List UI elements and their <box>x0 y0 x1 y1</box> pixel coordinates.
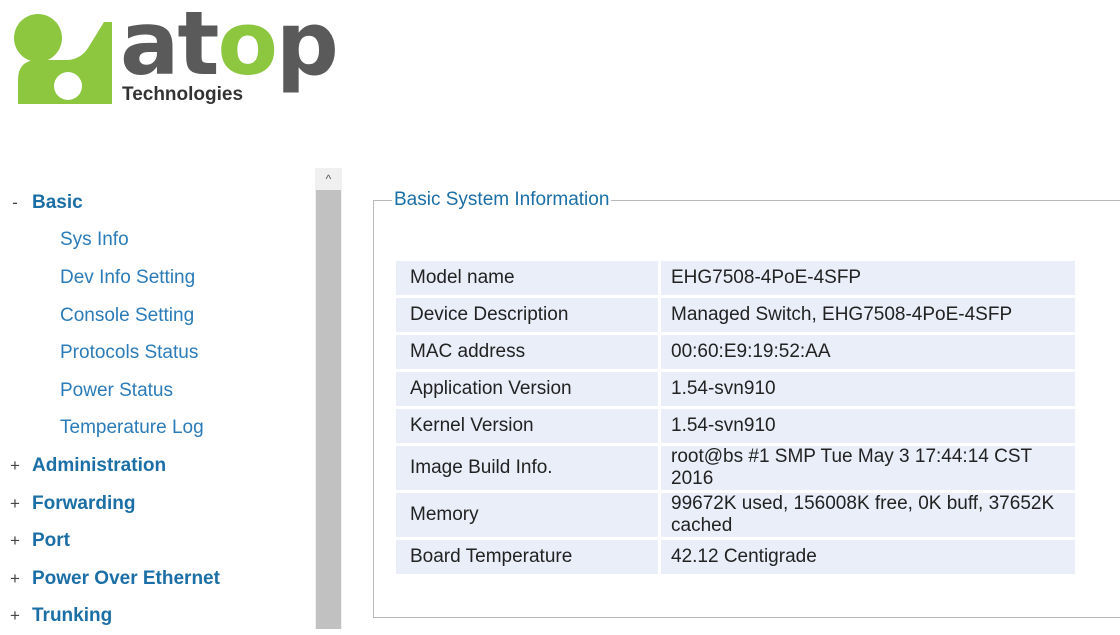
nav-sys-info[interactable]: Sys Info <box>0 222 312 260</box>
nav-administration[interactable]: + Administration <box>0 447 312 485</box>
row-key: Device Description <box>396 298 658 332</box>
row-value: 42.12 Centigrade <box>658 540 1075 574</box>
row-key: Memory <box>396 493 658 537</box>
row-value: root@bs #1 SMP Tue May 3 17:44:14 CST 20… <box>658 446 1075 490</box>
nav-forwarding-label: Forwarding <box>32 492 136 514</box>
row-key: Application Version <box>396 372 658 406</box>
nav-trunking-label: Trunking <box>32 605 113 627</box>
row-value: EHG7508-4PoE-4SFP <box>658 261 1075 295</box>
expand-icon: + <box>10 606 20 626</box>
row-value: 99672K used, 156008K free, 0K buff, 3765… <box>658 493 1075 537</box>
row-value: 1.54-svn910 <box>658 372 1075 406</box>
logo-subtitle: Technologies <box>118 84 248 106</box>
sidebar-scrollbar[interactable]: ^ <box>315 168 342 629</box>
nav-power-over-ethernet-label: Power Over Ethernet <box>32 567 220 589</box>
nav-administration-label: Administration <box>32 454 167 476</box>
row-key: MAC address <box>396 335 658 369</box>
row-key: Image Build Info. <box>396 446 658 490</box>
scroll-up-arrow-icon[interactable]: ^ <box>315 168 342 190</box>
row-key: Kernel Version <box>396 409 658 443</box>
sidebar-nav: - Basic Sys Info Dev Info Setting Consol… <box>0 184 312 635</box>
nav-port[interactable]: + Port <box>0 522 312 560</box>
system-info-table: Model name EHG7508-4PoE-4SFP Device Desc… <box>396 258 1075 577</box>
collapse-icon: - <box>12 192 18 212</box>
scroll-thumb[interactable] <box>316 190 341 629</box>
nav-port-label: Port <box>32 530 70 552</box>
row-value: 00:60:E9:19:52:AA <box>658 335 1075 369</box>
table-row: MAC address 00:60:E9:19:52:AA <box>396 335 1075 369</box>
row-key: Board Temperature <box>396 540 658 574</box>
nav-temperature-log[interactable]: Temperature Log <box>0 410 312 448</box>
panel-legend: Basic System Information <box>392 189 612 211</box>
table-row: Memory 99672K used, 156008K free, 0K buf… <box>396 493 1075 537</box>
table-row: Application Version 1.54-svn910 <box>396 372 1075 406</box>
row-value: Managed Switch, EHG7508-4PoE-4SFP <box>658 298 1075 332</box>
table-row: Device Description Managed Switch, EHG75… <box>396 298 1075 332</box>
nav-dev-info-setting[interactable]: Dev Info Setting <box>0 259 312 297</box>
nav-power-status[interactable]: Power Status <box>0 372 312 410</box>
nav-console-setting[interactable]: Console Setting <box>0 297 312 335</box>
row-key: Model name <box>396 261 658 295</box>
expand-icon: + <box>10 531 20 551</box>
expand-icon: + <box>10 455 20 475</box>
nav-basic-label: Basic <box>32 191 83 213</box>
atop-logo: atop Technologies <box>8 0 339 108</box>
logo-wordmark: atop <box>120 0 339 95</box>
table-row: Board Temperature 42.12 Centigrade <box>396 540 1075 574</box>
table-row: Image Build Info. root@bs #1 SMP Tue May… <box>396 446 1075 490</box>
nav-forwarding[interactable]: + Forwarding <box>0 485 312 523</box>
table-row: Model name EHG7508-4PoE-4SFP <box>396 261 1075 295</box>
expand-icon: + <box>10 568 20 588</box>
nav-power-over-ethernet[interactable]: + Power Over Ethernet <box>0 560 312 598</box>
row-value: 1.54-svn910 <box>658 409 1075 443</box>
nav-basic[interactable]: - Basic <box>0 184 312 222</box>
logo-mark-icon <box>14 14 112 104</box>
nav-protocols-status[interactable]: Protocols Status <box>0 334 312 372</box>
expand-icon: + <box>10 493 20 513</box>
nav-trunking[interactable]: + Trunking <box>0 598 312 635</box>
table-row: Kernel Version 1.54-svn910 <box>396 409 1075 443</box>
